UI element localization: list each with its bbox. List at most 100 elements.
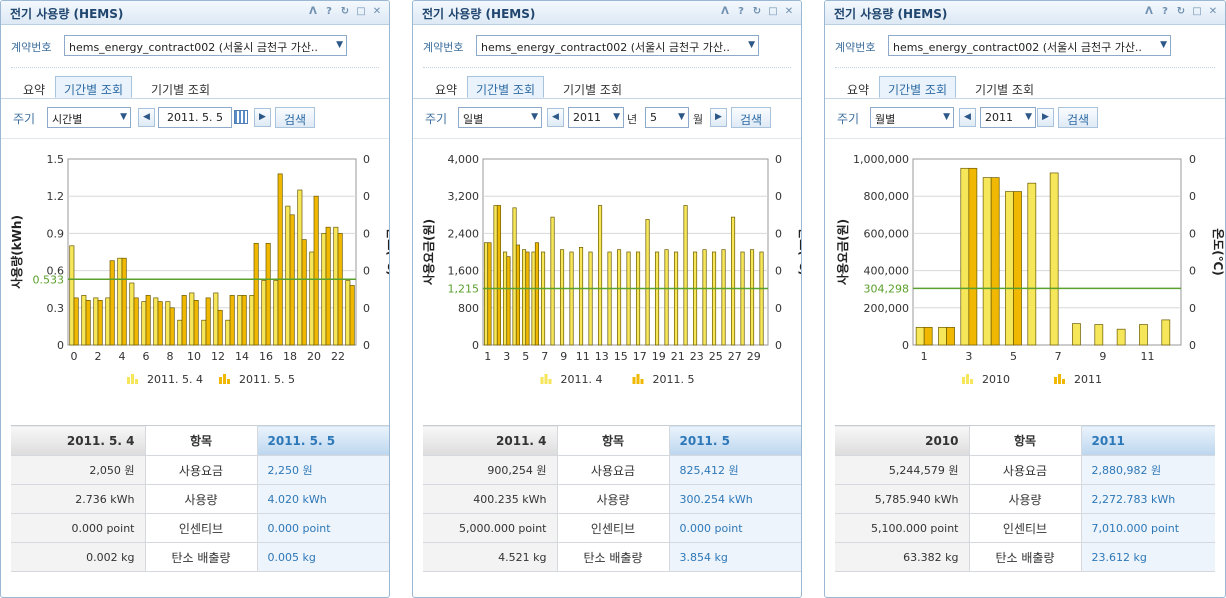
- table-row: 0.002 kg 탄소 배출량 0.005 kg: [11, 542, 389, 572]
- bar-prev: [69, 245, 75, 346]
- contract-label: 계약번호: [835, 41, 876, 54]
- cell-curr: 23.612 kg: [1081, 542, 1215, 572]
- bar-curr: [73, 297, 79, 346]
- y2-tick-label: 0: [363, 190, 370, 203]
- x-tick-label: 19: [652, 350, 666, 363]
- x-tick-label: 2: [95, 350, 102, 363]
- cell-prev: 5,244,579 원: [835, 455, 969, 485]
- tab-period[interactable]: 기간별 조회: [879, 76, 957, 98]
- search-button[interactable]: 검색: [731, 107, 771, 128]
- search-button[interactable]: 검색: [1058, 107, 1098, 128]
- average-label: 1,215: [448, 283, 480, 296]
- prev-button[interactable]: ◀: [959, 108, 976, 127]
- x-tick-label: 1: [921, 350, 928, 363]
- refresh-icon[interactable]: ↻: [339, 6, 351, 18]
- x-tick-label: 11: [1141, 350, 1155, 363]
- period-select[interactable]: 시간별 ▼: [47, 107, 131, 128]
- help-icon[interactable]: ?: [323, 6, 335, 18]
- month-select[interactable]: 5 ▼: [645, 107, 689, 128]
- year-select[interactable]: 2011 ▼: [980, 107, 1036, 128]
- tab-summary[interactable]: 요약: [427, 77, 465, 99]
- maximize-icon[interactable]: □: [355, 6, 367, 18]
- header-curr: 2011. 5. 5: [257, 425, 389, 456]
- y-tick-label: 1.5: [47, 153, 65, 166]
- close-icon[interactable]: ✕: [371, 6, 383, 18]
- legend-icon-bar: [1054, 377, 1057, 384]
- bar-prev: [1094, 324, 1104, 346]
- contract-select[interactable]: hems_energy_contract002 (서울시 금천구 가산.. ▼: [64, 35, 347, 56]
- y-tick-label: 1,600: [448, 265, 480, 278]
- prev-button[interactable]: ◀: [138, 108, 155, 127]
- bar-curr: [145, 295, 151, 346]
- contract-select[interactable]: hems_energy_contract002 (서울시 금천구 가산.. ▼: [888, 35, 1171, 56]
- x-tick-label: 17: [633, 350, 647, 363]
- cell-item: 탄소 배출량: [968, 542, 1082, 572]
- x-tick-label: 29: [747, 350, 761, 363]
- period-select[interactable]: 일별 ▼: [458, 107, 542, 128]
- close-icon[interactable]: ✕: [1207, 6, 1219, 18]
- header-prev: 2011. 5. 4: [11, 425, 145, 456]
- cell-prev: 63.382 kg: [835, 542, 969, 572]
- tab-bar: 요약 기간별 조회 기기별 조회: [825, 75, 1225, 99]
- legend-icon-bar: [632, 377, 636, 384]
- header-curr: 2011. 5: [669, 425, 801, 456]
- year-select[interactable]: 2011 ▼: [568, 107, 624, 128]
- legend-icon-bar: [970, 379, 973, 384]
- next-button[interactable]: ▶: [710, 108, 727, 127]
- tab-period[interactable]: 기간별 조회: [55, 76, 133, 98]
- collapse-icon[interactable]: ᐱ: [719, 6, 731, 18]
- cell-curr: 3.854 kg: [669, 542, 801, 572]
- tab-device[interactable]: 기기별 조회: [967, 77, 1042, 99]
- maximize-icon[interactable]: □: [767, 6, 779, 18]
- cell-item: 탄소 배출량: [556, 542, 670, 572]
- y2-tick-label: 0: [1189, 302, 1196, 315]
- y-tick-label: 0: [902, 339, 909, 352]
- date-input[interactable]: 2011. 5. 5: [158, 107, 232, 128]
- collapse-icon[interactable]: ᐱ: [1143, 6, 1155, 18]
- calendar-icon[interactable]: [234, 110, 248, 124]
- contract-select[interactable]: hems_energy_contract002 (서울시 금천구 가산.. ▼: [476, 35, 759, 56]
- table-row: 5,785.940 kWh 사용량 2,272.783 kWh: [835, 484, 1215, 514]
- bar-prev: [578, 246, 584, 346]
- search-button[interactable]: 검색: [275, 107, 315, 128]
- tab-device[interactable]: 기기별 조회: [143, 77, 218, 99]
- x-tick-label: 1: [484, 350, 491, 363]
- widget-daily: 전기 사용량 (HEMS) ᐱ ? ↻ □ ✕ 계약번호 hems_energy…: [412, 0, 802, 598]
- tab-period[interactable]: 기간별 조회: [467, 76, 545, 98]
- bar-prev: [81, 295, 87, 346]
- y2-tick-label: 0: [775, 227, 782, 240]
- bar-prev: [607, 251, 612, 346]
- help-icon[interactable]: ?: [1159, 6, 1171, 18]
- tab-summary[interactable]: 요약: [15, 77, 53, 99]
- close-icon[interactable]: ✕: [783, 6, 795, 18]
- bar-prev: [645, 219, 650, 346]
- cell-prev: 5,100.000 point: [835, 513, 969, 543]
- period-select[interactable]: 월별 ▼: [870, 107, 954, 128]
- month-value: 5: [650, 111, 657, 124]
- prev-button[interactable]: ◀: [547, 108, 564, 127]
- collapse-icon[interactable]: ᐱ: [307, 6, 319, 18]
- header-prev: 2010: [835, 425, 969, 456]
- bar-curr: [313, 195, 319, 346]
- chevron-down-icon: ▼: [120, 112, 127, 122]
- table-row: 2,050 원 사용요금 2,250 원: [11, 455, 389, 485]
- tab-device[interactable]: 기기별 조회: [555, 77, 630, 99]
- tab-summary[interactable]: 요약: [839, 77, 877, 99]
- bar-prev: [249, 295, 255, 346]
- bar-curr: [169, 307, 175, 346]
- refresh-icon[interactable]: ↻: [1175, 6, 1187, 18]
- next-button[interactable]: ▶: [1037, 108, 1054, 127]
- y2-axis-title: 온도(℃): [385, 228, 390, 276]
- help-icon[interactable]: ?: [735, 6, 747, 18]
- contract-row: 계약번호 hems_energy_contract002 (서울시 금천구 가산…: [11, 35, 379, 57]
- refresh-icon[interactable]: ↻: [751, 6, 763, 18]
- bar-prev: [702, 249, 707, 346]
- next-button[interactable]: ▶: [254, 108, 271, 127]
- bar-prev: [285, 205, 291, 346]
- cell-curr: 825,412 원: [669, 455, 801, 485]
- bar-prev: [512, 207, 517, 346]
- bar-curr: [229, 295, 235, 346]
- y-tick-label: 1.2: [47, 190, 65, 203]
- y2-tick-label: 0: [363, 153, 370, 166]
- maximize-icon[interactable]: □: [1191, 6, 1203, 18]
